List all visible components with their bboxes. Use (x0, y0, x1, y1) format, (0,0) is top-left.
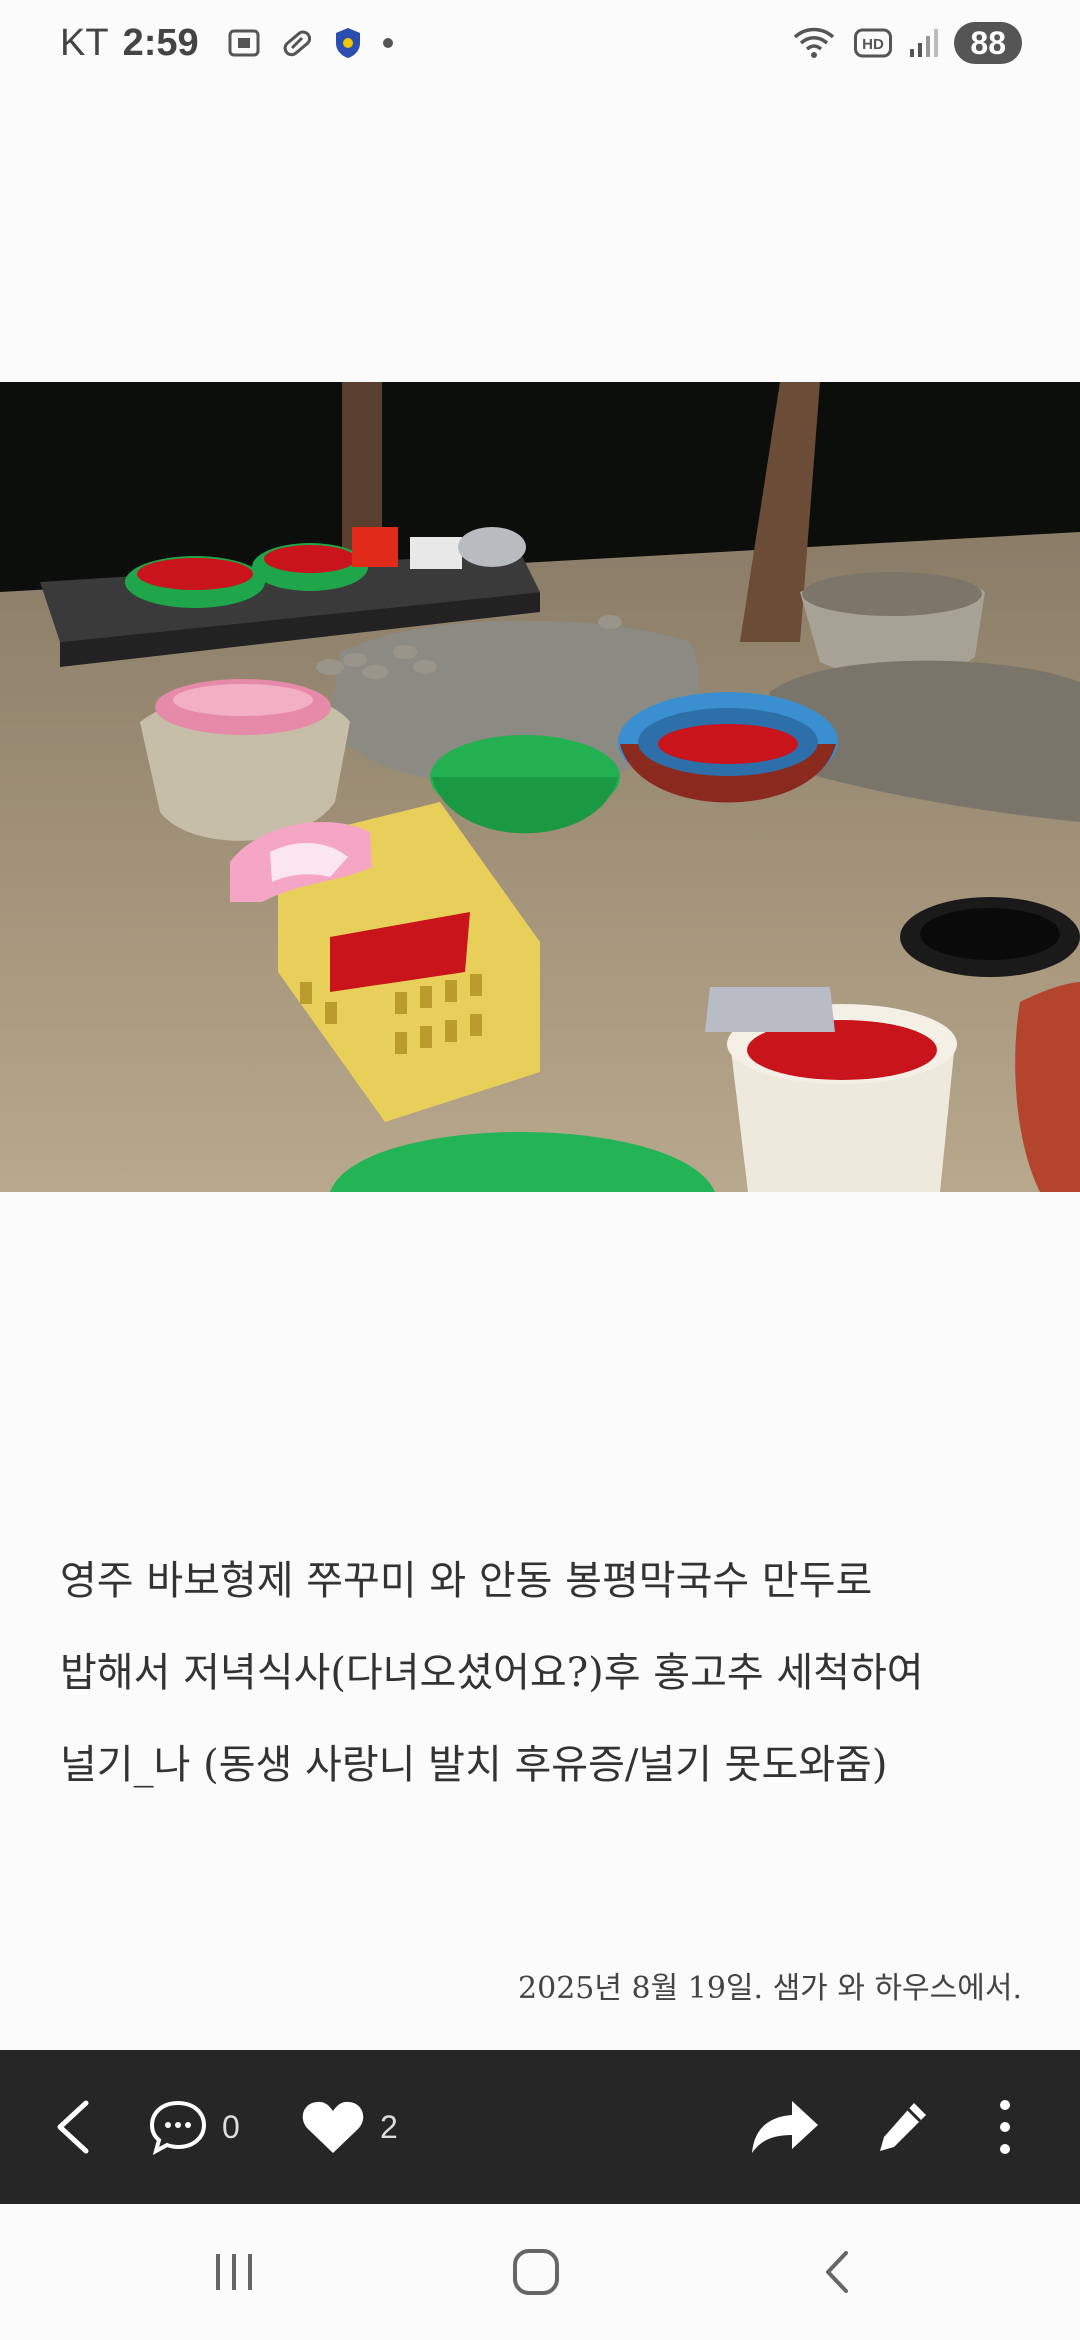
recent-apps-icon (216, 2254, 252, 2290)
more-button[interactable] (990, 2050, 1020, 2204)
share-icon (752, 2101, 818, 2153)
comment-icon (149, 2100, 207, 2156)
status-right: HD 88 (792, 18, 1022, 68)
signal-icon (910, 29, 939, 57)
back-button[interactable] (50, 2050, 96, 2204)
pill-icon (283, 30, 311, 57)
clock: 2:59 (122, 21, 199, 64)
carrier-label: KT (60, 21, 109, 64)
home-icon (513, 2249, 559, 2295)
status-bar: KT 2:59 HD 88 (0, 0, 1080, 86)
battery-icon: 88 (954, 22, 1022, 64)
more-icon (1000, 2100, 1010, 2154)
like-count: 2 (380, 2108, 398, 2145)
heart-icon (302, 2101, 364, 2153)
share-button[interactable] (748, 2050, 822, 2204)
post-photo[interactable] (0, 382, 1080, 1192)
post-caption: 영주 바보형제 쭈꾸미 와 안동 봉평막국수 만두로 밥해서 저녁식사(다녀오셨… (60, 1535, 1040, 1811)
recent-apps-button[interactable] (174, 2204, 294, 2340)
status-left: KT 2:59 (60, 18, 395, 68)
back-icon (57, 2100, 89, 2154)
hd-icon: HD (854, 28, 893, 58)
screenshot-icon (228, 29, 260, 57)
wifi-icon (794, 27, 835, 58)
caption-line: 영주 바보형제 쭈꾸미 와 안동 봉평막국수 만두로 (60, 1558, 873, 1604)
back-icon (826, 2251, 848, 2293)
edit-button[interactable] (872, 2050, 932, 2204)
system-navigation-bar (0, 2204, 1080, 2340)
svg-text:HD: HD (863, 36, 885, 53)
post-date-location: 2025년 8월 19일. 샘가 와 하우스에서. (518, 1971, 1022, 2006)
home-button[interactable] (476, 2204, 596, 2340)
comment-count: 0 (222, 2108, 240, 2145)
dot-icon (382, 38, 393, 48)
like-button[interactable]: 2 (300, 2050, 398, 2204)
shield-icon (335, 28, 360, 58)
notification-icons (227, 25, 395, 61)
caption-line: 널기_나 (동생 사랑니 발치 후유증/널기 못도와줌) (60, 1742, 888, 1788)
post-action-bar: 0 2 (0, 2050, 1080, 2204)
system-back-button[interactable] (778, 2204, 898, 2340)
edit-icon (880, 2103, 926, 2151)
comment-button[interactable]: 0 (148, 2050, 240, 2204)
caption-line: 밥해서 저녁식사(다녀오셨어요?)후 홍고추 세척하여 (60, 1650, 924, 1696)
